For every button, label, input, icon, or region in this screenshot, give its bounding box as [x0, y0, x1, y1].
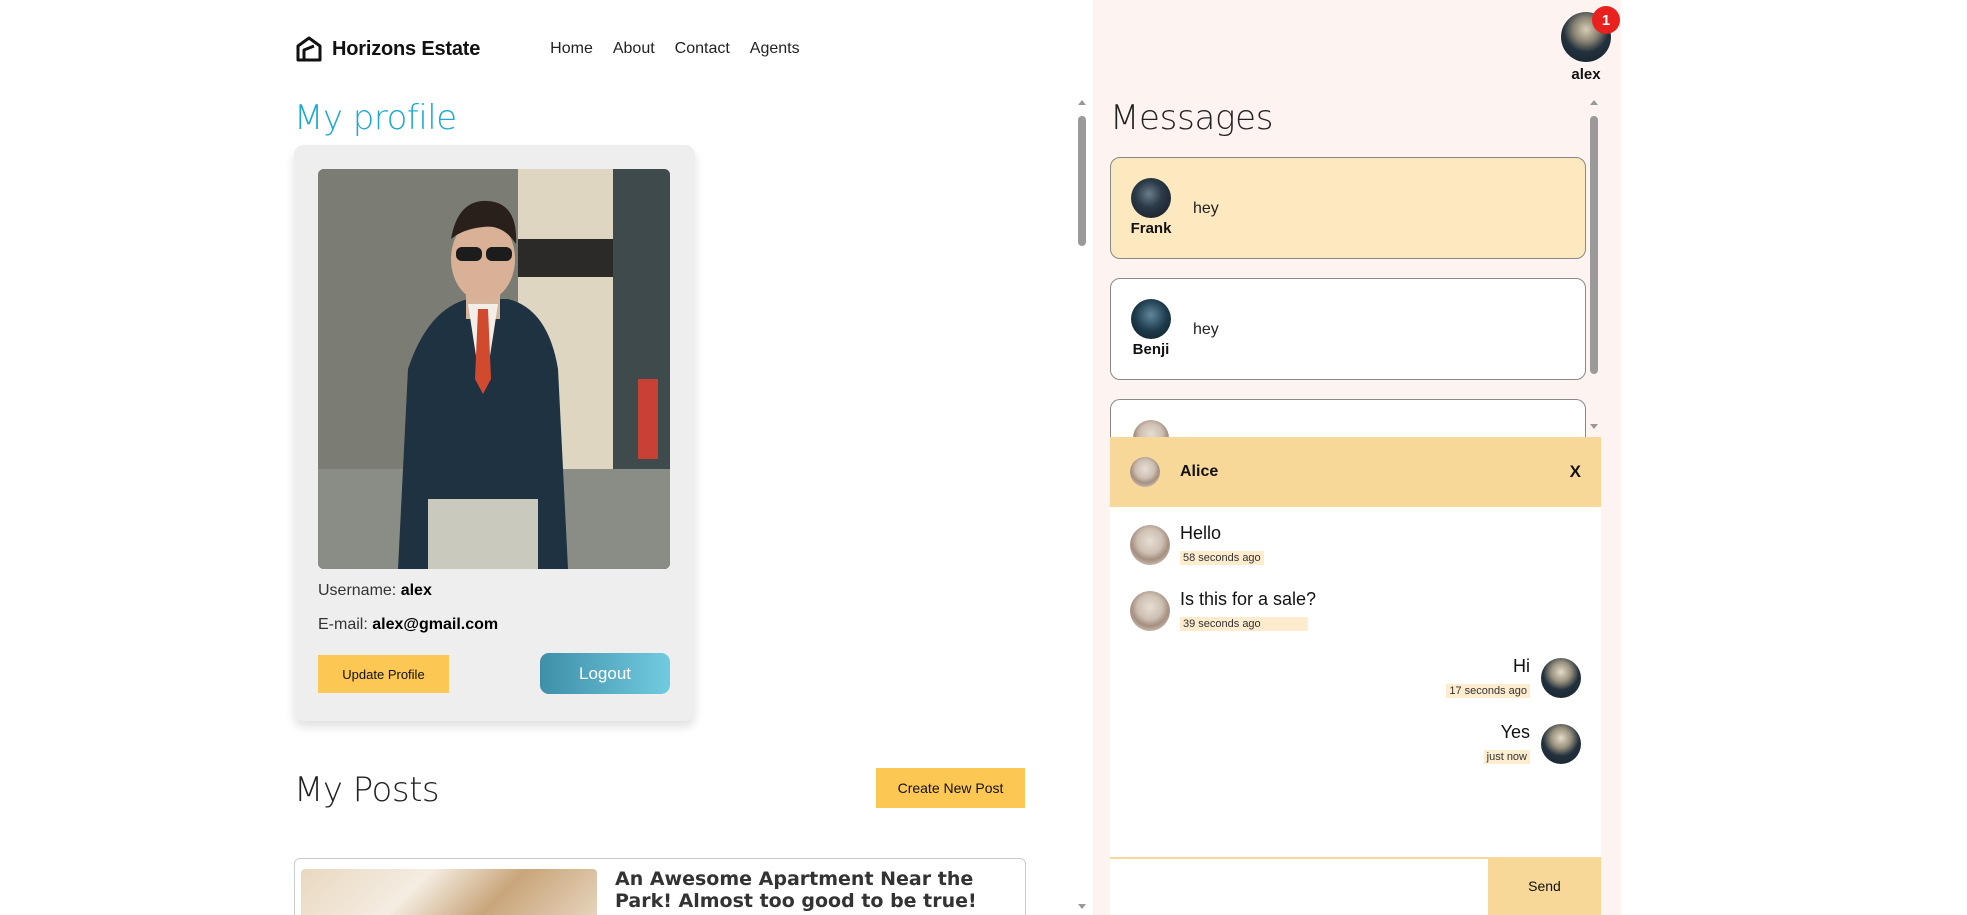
user-name: alex — [1571, 66, 1601, 83]
chat-window: Alice X Hello 58 seconds ago Is this for… — [1110, 437, 1601, 915]
update-profile-button[interactable]: Update Profile — [318, 655, 449, 693]
messages-scrollbar[interactable] — [1587, 100, 1601, 430]
conversation-item[interactable]: Benji hey — [1110, 278, 1586, 380]
message-text: Hi — [1513, 656, 1530, 676]
message-timestamp: 58 seconds ago — [1180, 551, 1264, 565]
email-value: alex@gmail.com — [372, 616, 499, 633]
nav-agents[interactable]: Agents — [750, 40, 800, 58]
conversation-item[interactable]: Frank hey — [1110, 157, 1586, 259]
message-avatar — [1130, 525, 1170, 565]
profile-card: Username: alex E-mail: alex@gmail.com Up… — [294, 145, 695, 721]
email-row: E-mail: alex@gmail.com — [318, 616, 498, 634]
house-logo-icon — [296, 36, 322, 62]
scroll-up-arrow-icon[interactable] — [1078, 100, 1086, 105]
chat-close-button[interactable]: X — [1570, 462, 1581, 482]
nav-links: Home About Contact Agents — [550, 40, 799, 58]
post-thumbnail — [301, 869, 597, 915]
conversation-name: Benji — [1132, 341, 1170, 358]
conversation-avatar — [1131, 178, 1171, 218]
main-content: Horizons Estate Home About Contact Agent… — [0, 0, 1093, 915]
scroll-down-arrow-icon[interactable] — [1078, 904, 1086, 909]
message-avatar — [1541, 658, 1581, 698]
chat-partner-avatar — [1130, 457, 1160, 487]
message-avatar — [1541, 724, 1581, 764]
message-text: Hello — [1180, 523, 1222, 543]
username-value: alex — [400, 582, 432, 599]
nav-about[interactable]: About — [613, 40, 655, 58]
conversation-last-message: hey — [1193, 321, 1219, 338]
message-text: Yes — [1500, 722, 1530, 742]
scroll-thumb[interactable] — [1078, 116, 1086, 246]
notification-badge[interactable]: 1 — [1592, 6, 1620, 34]
profile-title: My profile — [294, 98, 457, 138]
profile-photo — [318, 169, 670, 569]
left-scrollbar[interactable] — [1075, 100, 1089, 915]
brand-name: Horizons Estate — [332, 37, 481, 60]
create-post-button[interactable]: Create New Post — [876, 768, 1025, 808]
conversation-name: Frank — [1130, 220, 1172, 237]
conversation-last-message: hey — [1193, 200, 1219, 217]
message-timestamp: 39 seconds ago — [1180, 617, 1308, 631]
messages-title: Messages — [1110, 98, 1274, 138]
scroll-thumb[interactable] — [1590, 116, 1598, 374]
post-card[interactable]: An Awesome Apartment Near the Park! Almo… — [294, 858, 1026, 915]
email-label: E-mail: — [318, 616, 368, 633]
message-avatar — [1130, 591, 1170, 631]
scroll-down-arrow-icon[interactable] — [1590, 424, 1598, 429]
message-timestamp: 17 seconds ago — [1446, 684, 1530, 698]
chat-partner-name: Alice — [1180, 463, 1219, 480]
navbar: Horizons Estate Home About Contact Agent… — [294, 30, 800, 68]
brand-logo[interactable]: Horizons Estate — [294, 34, 480, 64]
conversation-avatar — [1131, 299, 1171, 339]
message-text: Is this for a sale? — [1180, 589, 1317, 609]
nav-home[interactable]: Home — [550, 40, 593, 58]
post-title[interactable]: An Awesome Apartment Near the Park! Almo… — [615, 868, 1015, 913]
message-timestamp: just now — [1483, 750, 1530, 764]
posts-title: My Posts — [294, 770, 440, 810]
username-row: Username: alex — [318, 582, 432, 600]
conversation-item[interactable] — [1110, 399, 1586, 439]
scroll-up-arrow-icon[interactable] — [1590, 100, 1598, 105]
profile-photo-image — [318, 169, 670, 569]
chat-send-button[interactable]: Send — [1488, 857, 1601, 915]
nav-contact[interactable]: Contact — [675, 40, 730, 58]
chat-message-input[interactable] — [1110, 857, 1488, 915]
logout-button[interactable]: Logout — [540, 653, 670, 694]
chat-header: Alice X — [1110, 437, 1601, 507]
username-label: Username: — [318, 582, 397, 599]
